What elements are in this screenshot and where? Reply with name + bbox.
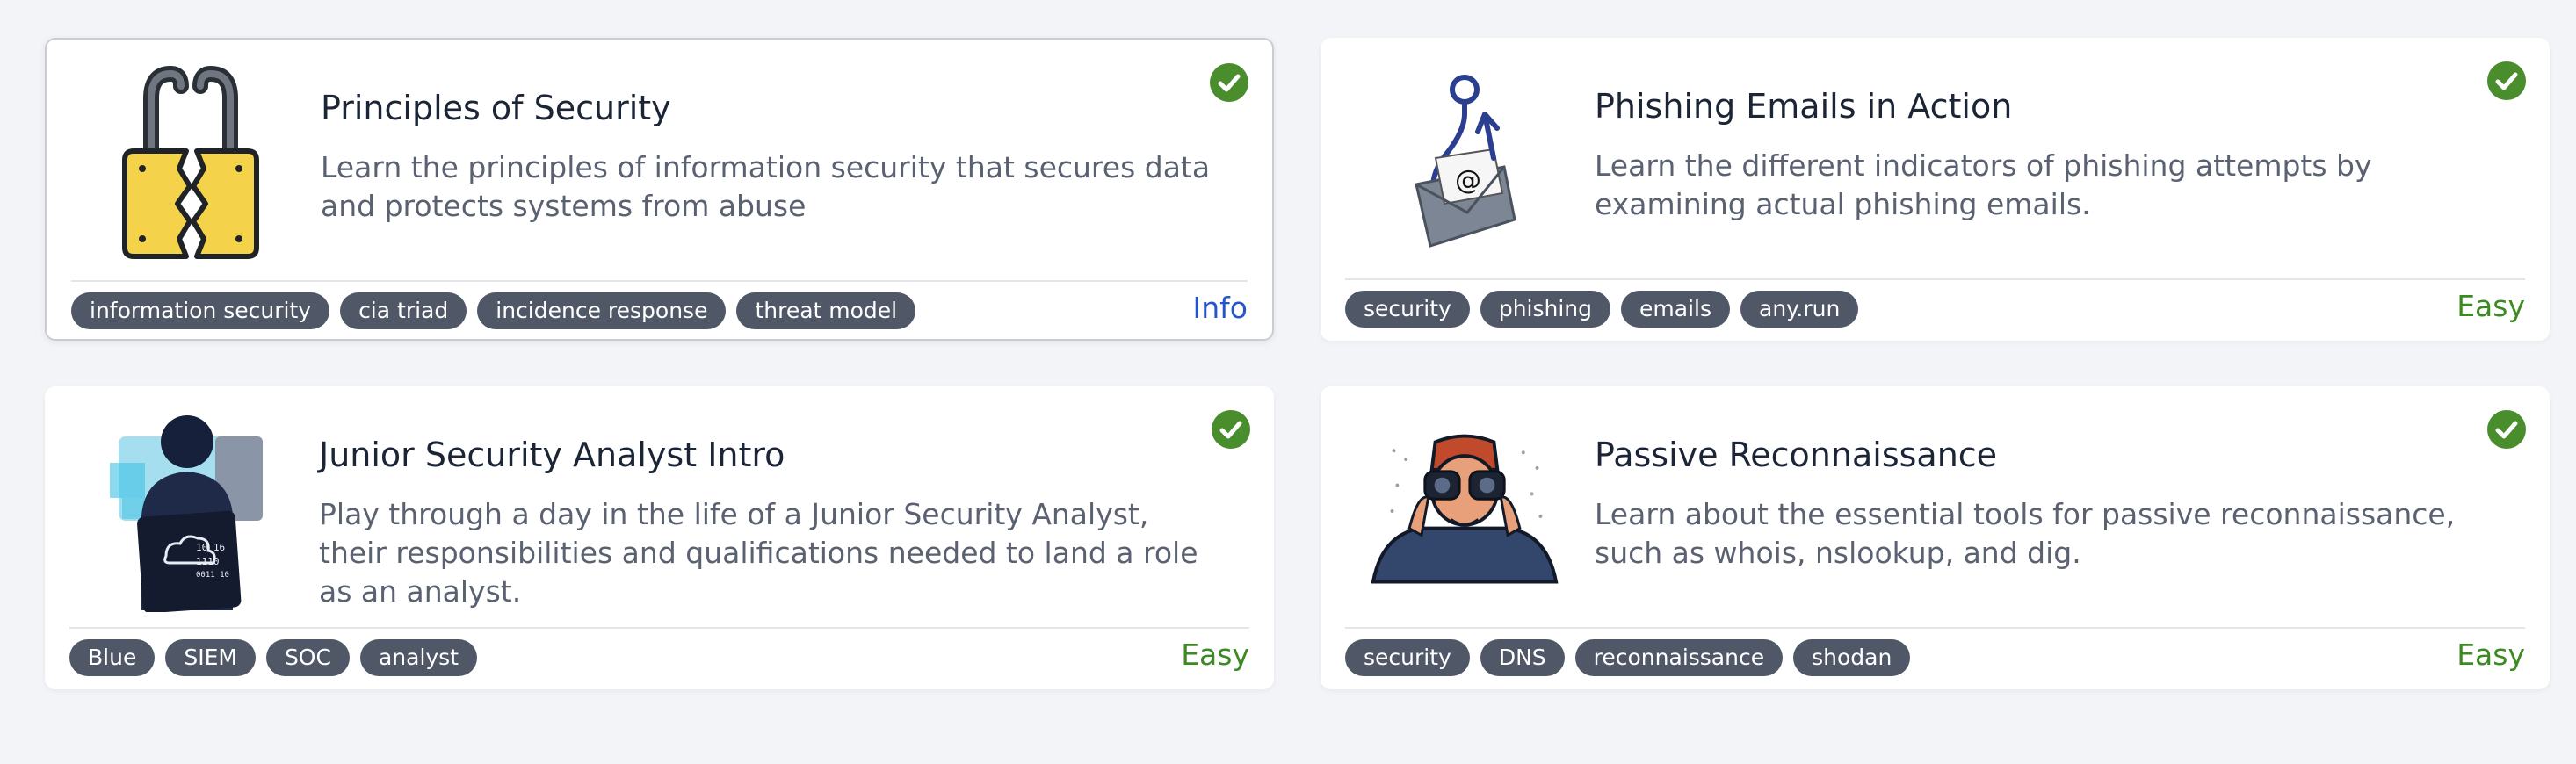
tag[interactable]: cia triad [340, 292, 467, 329]
tag[interactable]: SIEM [165, 639, 256, 676]
tag-list: information security cia triad incidence… [71, 292, 916, 329]
svg-text:@: @ [1455, 165, 1481, 196]
card-divider [69, 627, 1249, 629]
room-card-phishing-emails[interactable]: @ Phishing Emails in Action Learn the di… [1321, 38, 2550, 341]
tag[interactable]: security [1345, 291, 1470, 328]
room-card-principles-of-security[interactable]: Principles of Security Learn the princip… [45, 38, 1274, 341]
difficulty-label: Easy [1181, 638, 1249, 672]
tag-list: Blue SIEM SOC analyst [69, 639, 478, 676]
tag[interactable]: information security [71, 292, 330, 329]
card-divider [1345, 278, 2525, 280]
tag[interactable]: emails [1621, 291, 1731, 328]
tag[interactable]: Blue [69, 639, 156, 676]
room-description: Learn about the essential tools for pass… [1595, 497, 2456, 570]
completed-check-icon [1209, 62, 1249, 103]
tag[interactable]: threat model [736, 292, 916, 329]
tag[interactable]: analyst [359, 639, 478, 676]
broken-padlock-icon [94, 59, 287, 270]
room-title[interactable]: Passive Reconnaissance [1595, 436, 1997, 474]
room-description: Play through a day in the life of a Juni… [319, 497, 1198, 609]
svg-text:10 16: 10 16 [196, 542, 225, 553]
room-title[interactable]: Junior Security Analyst Intro [319, 436, 785, 474]
tag[interactable]: SOC [265, 639, 350, 676]
tag[interactable]: phishing [1480, 291, 1611, 328]
room-description: Learn the different indicators of phishi… [1595, 148, 2372, 221]
tag-list: security phishing emails any.run [1345, 291, 1859, 328]
completed-check-icon [2486, 61, 2527, 101]
difficulty-label: Easy [2457, 638, 2525, 672]
binoculars-man-icon [1368, 406, 1561, 616]
card-divider [71, 280, 1248, 282]
tag[interactable]: security [1345, 639, 1470, 676]
tag[interactable]: shodan [1793, 639, 1911, 676]
svg-text:1110: 1110 [196, 556, 220, 567]
completed-check-icon [1211, 409, 1251, 450]
phishing-hook-envelope-icon: @ [1368, 57, 1561, 268]
completed-check-icon [2486, 409, 2527, 450]
room-description: Learn the principles of information secu… [321, 150, 1211, 223]
room-card-passive-reconnaissance[interactable]: Passive Reconnaissance Learn about the e… [1321, 386, 2550, 689]
tag[interactable]: reconnaissance [1574, 639, 1784, 676]
difficulty-label: Easy [2457, 289, 2525, 323]
tag[interactable]: any.run [1740, 291, 1859, 328]
room-title[interactable]: Principles of Security [321, 89, 671, 127]
difficulty-label: Info [1192, 291, 1248, 325]
hooded-analyst-icon: 10 16 1110 0011 10 [92, 406, 286, 616]
tag-list: security DNS reconnaissance shodan [1345, 639, 1911, 676]
room-card-junior-security-analyst[interactable]: 10 16 1110 0011 10 Junior Security Analy… [45, 386, 1274, 689]
tag[interactable]: incidence response [477, 292, 727, 329]
tag[interactable]: DNS [1480, 639, 1565, 676]
card-divider [1345, 627, 2525, 629]
room-title[interactable]: Phishing Emails in Action [1595, 87, 2012, 126]
svg-text:0011 10: 0011 10 [196, 571, 229, 580]
